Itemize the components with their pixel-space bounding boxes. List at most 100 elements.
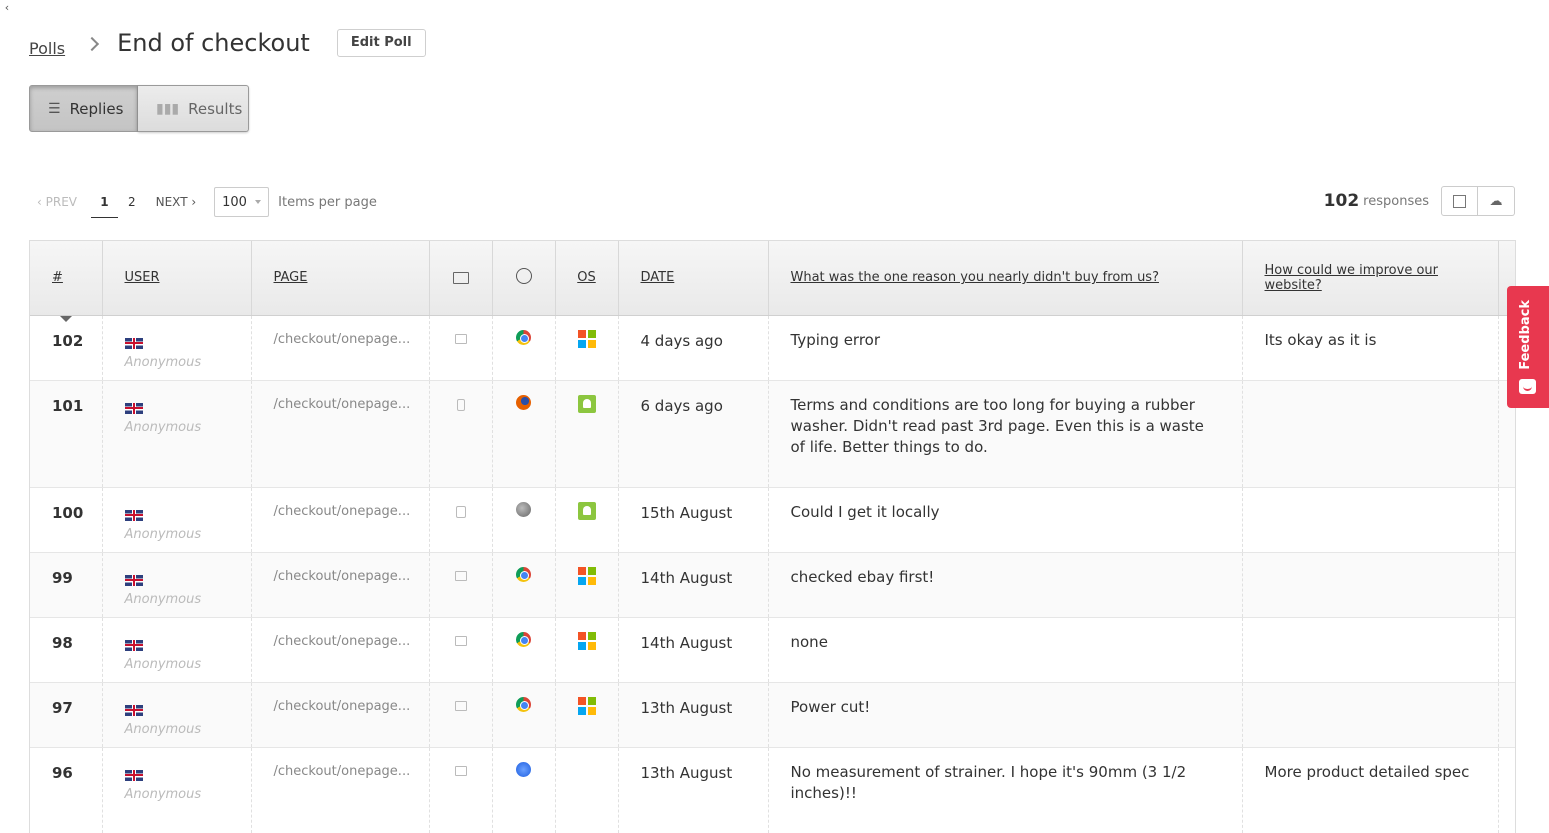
results-tab[interactable]: ▮▮▮ Results <box>138 85 249 132</box>
page-1-link[interactable]: 1 <box>90 186 118 218</box>
response-label: responses <box>1363 193 1429 209</box>
cell-page: /checkout/onepage... <box>251 747 430 833</box>
table-row[interactable]: 96 Anonymous/checkout/onepage... 13th Augu… <box>30 747 1515 833</box>
cell-num: 102 <box>30 315 103 381</box>
header-user[interactable]: USER <box>102 241 252 316</box>
cell-num: 97 <box>30 682 103 748</box>
cloud-download-icon: ☁ <box>1489 193 1503 209</box>
cell-date: 6 days ago <box>618 380 769 488</box>
page-2-link[interactable]: 2 <box>122 186 142 218</box>
desktop-icon <box>454 635 467 646</box>
table-row[interactable]: 100 Anonymous/checkout/onepage... 15th Aug… <box>30 487 1515 553</box>
header-q1[interactable]: What was the one reason you nearly didn'… <box>768 241 1243 316</box>
cell-page: /checkout/onepage... <box>251 487 430 553</box>
replies-tab[interactable]: ☰ Replies <box>29 85 138 132</box>
edit-poll-button[interactable]: Edit Poll <box>336 28 426 57</box>
table-row[interactable]: 98 Anonymous/checkout/onepage... 14th Augu… <box>30 617 1515 683</box>
desktop-icon <box>454 570 467 581</box>
cell-page: /checkout/onepage... <box>251 552 430 618</box>
header-date[interactable]: DATE <box>618 241 769 316</box>
cell-browser <box>492 617 556 683</box>
breadcrumb-polls-link[interactable]: Polls <box>29 39 65 58</box>
cell-date: 14th August <box>618 552 769 618</box>
cell-answer-q2 <box>1242 682 1499 748</box>
user-name: Anonymous <box>124 721 202 737</box>
cell-overflow <box>1498 617 1515 683</box>
cell-browser <box>492 487 556 553</box>
header-os[interactable]: OS <box>555 241 619 316</box>
table-row[interactable]: 97 Anonymous/checkout/onepage... 13th Augu… <box>30 682 1515 748</box>
cell-num: 101 <box>30 380 103 488</box>
desktop-icon <box>454 700 467 711</box>
header-num[interactable]: # <box>30 241 103 322</box>
sort-desc-icon <box>60 315 72 322</box>
cell-os <box>555 315 619 381</box>
header-browser[interactable] <box>492 241 556 316</box>
cell-num: 99 <box>30 552 103 618</box>
user-name: Anonymous <box>124 591 202 607</box>
cell-answer-q1: Typing error <box>768 315 1243 381</box>
cell-date: 14th August <box>618 617 769 683</box>
fullscreen-button[interactable] <box>1441 186 1478 216</box>
per-page-value: 100 <box>222 194 247 210</box>
cell-num: 98 <box>30 617 103 683</box>
table-row[interactable]: 101 Anonymous/checkout/onepage... 6 days a… <box>30 380 1515 488</box>
prev-page-link[interactable]: ‹ PREV <box>37 195 77 209</box>
cell-overflow <box>1498 747 1515 833</box>
items-per-page-select[interactable]: 100 <box>214 187 270 217</box>
user-name: Anonymous <box>124 526 202 542</box>
cell-overflow <box>1498 552 1515 618</box>
cell-answer-q1: checked ebay first! <box>768 552 1243 618</box>
table-row[interactable]: 99 Anonymous/checkout/onepage... 14th Augu… <box>30 552 1515 618</box>
expand-icon <box>1453 194 1466 208</box>
cell-device <box>429 682 493 748</box>
cell-answer-q1: No measurement of strainer. I hope it's … <box>768 747 1243 833</box>
uk-flag-icon <box>124 639 143 651</box>
cell-user: Anonymous <box>102 487 252 553</box>
feedback-tab[interactable]: Feedback <box>1507 286 1549 408</box>
cell-answer-q2 <box>1242 380 1499 488</box>
cell-answer-q2 <box>1242 617 1499 683</box>
cell-browser <box>492 552 556 618</box>
cell-answer-q1: none <box>768 617 1243 683</box>
header-page[interactable]: PAGE <box>251 241 430 316</box>
cell-browser <box>492 380 556 488</box>
smiley-icon <box>1519 379 1536 394</box>
cell-page: /checkout/onepage... <box>251 315 430 381</box>
cell-device <box>429 315 493 381</box>
cell-page: /checkout/onepage... <box>251 617 430 683</box>
table-row[interactable]: 102 Anonymous/checkout/onepage... 4 days a… <box>30 315 1515 381</box>
header-device[interactable] <box>429 241 493 316</box>
windows-icon <box>577 329 596 348</box>
items-per-page-label: Items per page <box>278 194 377 210</box>
table-header-row: # USER PAGE OS DATE What was the one rea… <box>30 241 1515 322</box>
chrome-icon <box>516 696 531 712</box>
uk-flag-icon <box>124 704 143 716</box>
cell-overflow <box>1498 682 1515 748</box>
results-label: Results <box>188 99 243 118</box>
pagination: ‹ PREV 1 2 NEXT › 100 Items per page <box>37 186 377 218</box>
cell-page: /checkout/onepage... <box>251 380 430 488</box>
list-icon: ☰ <box>48 100 61 117</box>
windows-icon <box>577 566 596 585</box>
uk-flag-icon <box>124 509 143 521</box>
user-name: Anonymous <box>124 419 202 435</box>
android-icon <box>577 501 596 520</box>
windows-icon <box>577 696 596 715</box>
cell-num: 96 <box>30 747 103 833</box>
back-arrow-icon[interactable]: ‹ <box>0 0 14 16</box>
caret-down-icon <box>255 200 262 204</box>
response-count: 102 <box>1323 191 1360 211</box>
header-q2[interactable]: How could we improve our website? <box>1242 241 1499 316</box>
mobile-icon <box>456 398 465 411</box>
cell-user: Anonymous <box>102 380 252 488</box>
cell-answer-q2 <box>1242 487 1499 553</box>
uk-flag-icon <box>124 402 143 414</box>
view-toggle: ☰ Replies ▮▮▮ Results <box>29 85 249 132</box>
download-button[interactable]: ☁ <box>1478 186 1515 216</box>
cell-user: Anonymous <box>102 617 252 683</box>
cell-user: Anonymous <box>102 747 252 833</box>
next-page-link[interactable]: NEXT › <box>156 195 197 209</box>
replies-label: Replies <box>69 99 124 118</box>
cell-device <box>429 552 493 618</box>
